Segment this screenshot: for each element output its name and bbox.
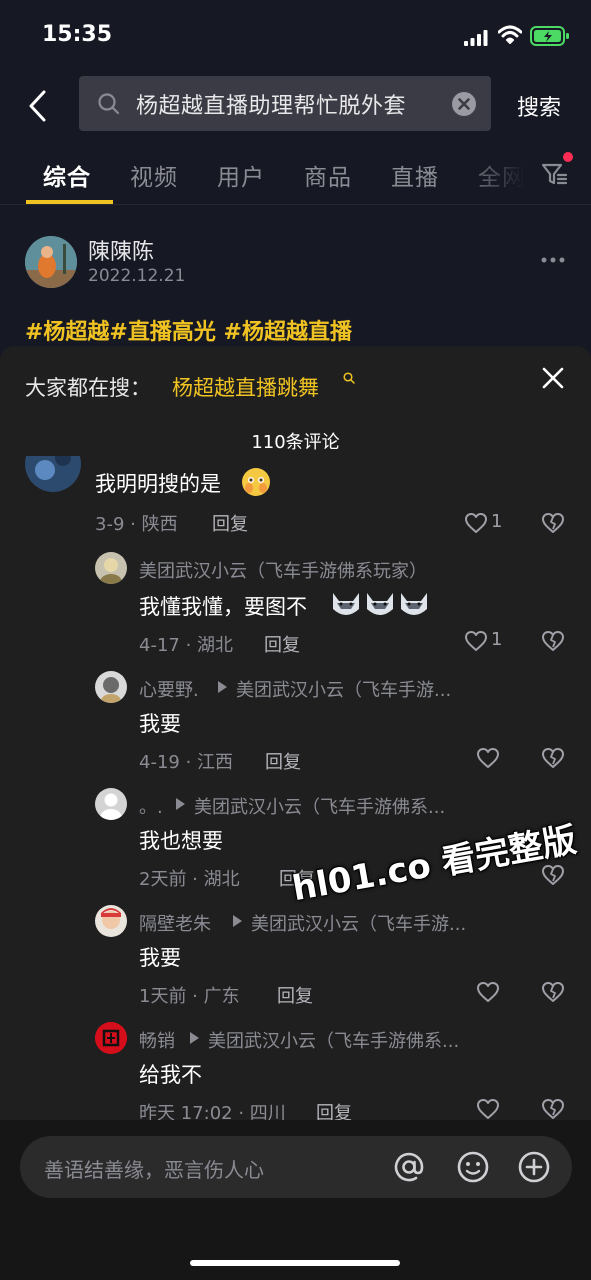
back-arrow-icon[interactable]	[22, 86, 58, 126]
comment-author[interactable]: 畅销	[139, 1027, 175, 1053]
reply-arrow-icon	[218, 681, 227, 693]
comment-avatar[interactable]	[95, 905, 127, 937]
battery-icon	[530, 26, 569, 46]
comment-avatar[interactable]	[95, 671, 127, 703]
tab-fade	[460, 150, 540, 200]
dislike-icon[interactable]	[541, 863, 565, 887]
dislike-icon[interactable]	[541, 746, 565, 770]
wifi-icon	[498, 25, 522, 44]
close-icon[interactable]	[541, 366, 565, 390]
search-icon	[98, 93, 120, 115]
comment-avatar[interactable]	[25, 456, 81, 492]
dislike-icon[interactable]	[541, 1097, 565, 1121]
tabs-divider	[0, 204, 591, 205]
clear-icon[interactable]	[451, 91, 477, 117]
reply-target[interactable]: 美团武汉小云（飞车手游...	[236, 676, 451, 702]
hot-search-label: 大家都在搜：	[25, 376, 151, 400]
comment-avatar[interactable]	[95, 552, 127, 584]
comment-author[interactable]: 隔壁老朱	[139, 910, 211, 936]
post-hashtags[interactable]: #杨超越#直播高光 #杨超越直播	[25, 314, 352, 346]
tab-videos[interactable]: 视频	[130, 158, 178, 192]
search-query[interactable]: 杨超越直播助理帮忙脱外套	[136, 88, 406, 120]
heart-icon[interactable]	[464, 511, 488, 535]
tab-general[interactable]: 综合	[43, 158, 91, 192]
search-button[interactable]: 搜索	[517, 90, 561, 122]
signal-icon	[464, 30, 488, 46]
search-input[interactable]: 杨超越直播助理帮忙脱外套	[79, 76, 491, 131]
filter-icon[interactable]	[540, 160, 568, 188]
heart-icon[interactable]	[464, 629, 488, 653]
comment-input[interactable]: 善语结善缘，恶言伤人心	[20, 1136, 572, 1198]
comment-author[interactable]: 心要野.	[139, 676, 199, 702]
comment-input-placeholder[interactable]: 善语结善缘，恶言伤人心	[44, 1154, 264, 1183]
add-icon[interactable]	[517, 1150, 551, 1184]
tab-products[interactable]: 商品	[304, 158, 352, 192]
mention-icon[interactable]	[392, 1150, 426, 1184]
like-count: 1	[491, 511, 503, 532]
author-name[interactable]: 陳陳陈	[88, 234, 154, 266]
reply-button[interactable]: 回复	[212, 510, 248, 536]
dislike-icon[interactable]	[541, 980, 565, 1004]
reply-arrow-icon	[233, 915, 242, 927]
reply-target[interactable]: 美团武汉小云（飞车手游佛系...	[208, 1027, 459, 1053]
comment-text: 我明明搜的是	[95, 472, 221, 496]
comment-avatar[interactable]	[95, 788, 127, 820]
hot-search-link[interactable]: 杨超越直播跳舞	[172, 372, 319, 402]
comment-input-bar: 善语结善缘，恶言伤人心	[0, 1120, 591, 1280]
comment-meta: 1天前 · 广东	[139, 986, 240, 1007]
dislike-icon[interactable]	[541, 511, 565, 535]
search-small-icon	[343, 372, 355, 384]
comment-meta: 4-19 · 江西	[139, 752, 234, 773]
post-date: 2022.12.21	[88, 266, 186, 286]
heart-icon[interactable]	[476, 1097, 500, 1121]
reply-arrow-icon	[176, 798, 185, 810]
reply-target[interactable]: 美团武汉小云（飞车手游...	[251, 910, 466, 936]
comment-text: 给我不	[139, 1063, 202, 1087]
like-count: 1	[491, 629, 503, 650]
emoji-icon[interactable]	[456, 1150, 490, 1184]
status-time: 15:35	[42, 22, 113, 47]
comment-meta: 4-17 · 湖北	[139, 635, 234, 656]
reply-arrow-icon	[190, 1032, 199, 1044]
comment-text: 我也想要	[139, 829, 223, 853]
dislike-icon[interactable]	[541, 629, 565, 653]
comment-count: 110条评论	[251, 432, 340, 453]
heart-icon[interactable]	[476, 980, 500, 1004]
reply-button[interactable]: 回复	[277, 982, 313, 1008]
comment-avatar[interactable]	[95, 1022, 127, 1054]
home-indicator[interactable]	[190, 1260, 400, 1266]
shy-emoji-icon	[242, 468, 270, 496]
heart-icon[interactable]	[476, 746, 500, 770]
comment-author[interactable]: 。.	[139, 793, 163, 819]
reply-button[interactable]: 回复	[265, 748, 301, 774]
comment-text: 我懂我懂，要图不	[139, 595, 307, 619]
comment-meta: 2天前 · 湖北	[139, 869, 240, 890]
comment-text: 我要	[139, 946, 181, 970]
husky-emoji-icon	[333, 593, 427, 615]
tab-live[interactable]: 直播	[391, 158, 439, 192]
author-avatar[interactable]	[25, 236, 77, 288]
reply-button[interactable]: 回复	[264, 631, 300, 657]
status-bar: 15:35	[0, 0, 591, 70]
comment-text: 我要	[139, 712, 181, 736]
notification-badge	[563, 152, 573, 162]
tab-users[interactable]: 用户	[217, 158, 265, 192]
reply-target[interactable]: 美团武汉小云（飞车手游佛系...	[194, 793, 445, 819]
comment-author[interactable]: 美团武汉小云（飞车手游佛系玩家）	[139, 557, 427, 583]
more-options-icon[interactable]	[540, 255, 566, 265]
comment-meta: 3-9 · 陕西	[95, 514, 178, 535]
